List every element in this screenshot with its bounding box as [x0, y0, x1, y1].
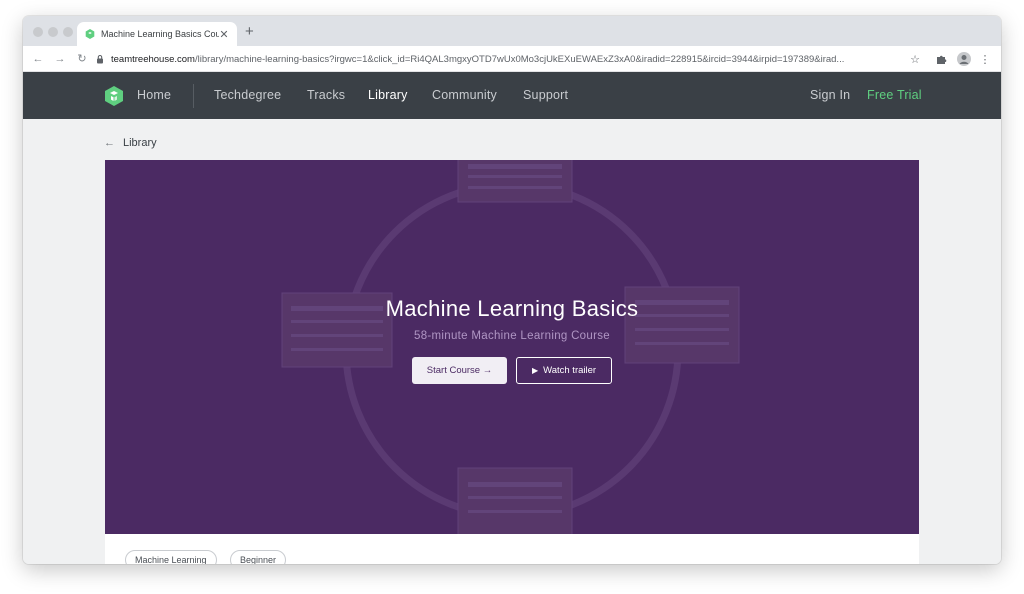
bookmark-star-icon[interactable]: ☆: [907, 50, 923, 68]
address-bar: ← → ↻ teamtreehouse.com/library/machine-…: [23, 46, 1001, 72]
treehouse-logo-icon[interactable]: [103, 85, 125, 107]
nav-tracks-link[interactable]: Tracks: [307, 88, 345, 102]
back-arrow-icon[interactable]: ←: [27, 53, 49, 65]
play-icon: ▶: [531, 366, 539, 375]
back-to-library-link[interactable]: ← Library: [104, 137, 157, 149]
browser-menu-icon[interactable]: ⋮: [979, 50, 991, 68]
nav-library-link[interactable]: Library: [368, 88, 408, 102]
tab-strip: Machine Learning Basics Cours ✕ +: [23, 16, 1001, 46]
back-link-label: Library: [123, 137, 157, 149]
course-subtitle: 58-minute Machine Learning Course: [414, 330, 610, 342]
tab-close-icon[interactable]: ✕: [219, 28, 229, 41]
course-meta-panel: Machine Learning Beginner: [105, 534, 919, 564]
nav-home-link[interactable]: Home: [137, 88, 171, 102]
site-navbar: Home Techdegree Tracks Library Community…: [23, 72, 1001, 119]
extensions-puzzle-icon[interactable]: [933, 50, 949, 68]
course-title: Machine Learning Basics: [385, 296, 639, 321]
url-path: /library/machine-learning-basics?irgwc=1…: [194, 53, 845, 65]
arrow-left-icon: ←: [104, 137, 115, 149]
maximize-window-button[interactable]: [63, 27, 73, 37]
close-window-button[interactable]: [33, 27, 43, 37]
lock-icon: [97, 55, 103, 64]
profile-avatar[interactable]: [955, 50, 973, 68]
browser-tab[interactable]: Machine Learning Basics Cours ✕: [77, 22, 237, 46]
watch-trailer-label: Watch trailer: [543, 365, 597, 376]
url-input[interactable]: teamtreehouse.com/library/machine-learni…: [95, 49, 929, 69]
url-host: teamtreehouse.com: [111, 53, 195, 65]
nav-support-link[interactable]: Support: [523, 88, 568, 102]
topic-tag[interactable]: Machine Learning: [125, 550, 217, 564]
level-tag[interactable]: Beginner: [230, 550, 287, 564]
forward-arrow-icon[interactable]: →: [49, 53, 71, 65]
page-content: ← Library Machine Learning Basics 58-min…: [23, 119, 1001, 564]
course-hero-banner: Machine Learning Basics 58-minute Machin…: [105, 160, 919, 534]
network-diagram-background: [281, 160, 740, 534]
watch-trailer-button[interactable]: ▶ Watch trailer: [516, 357, 612, 384]
free-trial-link[interactable]: Free Trial: [867, 88, 922, 102]
browser-window: Machine Learning Basics Cours ✕ + ← → ↻ …: [23, 16, 1001, 564]
nav-community-link[interactable]: Community: [432, 88, 497, 102]
treehouse-favicon-icon: [85, 29, 95, 39]
minimize-window-button[interactable]: [48, 27, 58, 37]
nav-divider: [193, 84, 194, 108]
reload-icon[interactable]: ↻: [71, 52, 93, 65]
new-tab-icon[interactable]: +: [245, 24, 254, 40]
start-course-button[interactable]: Start Course →: [412, 357, 507, 384]
tab-title: Machine Learning Basics Cours: [101, 29, 219, 39]
sign-in-link[interactable]: Sign In: [810, 88, 850, 102]
nav-techdegree-link[interactable]: Techdegree: [214, 88, 281, 102]
